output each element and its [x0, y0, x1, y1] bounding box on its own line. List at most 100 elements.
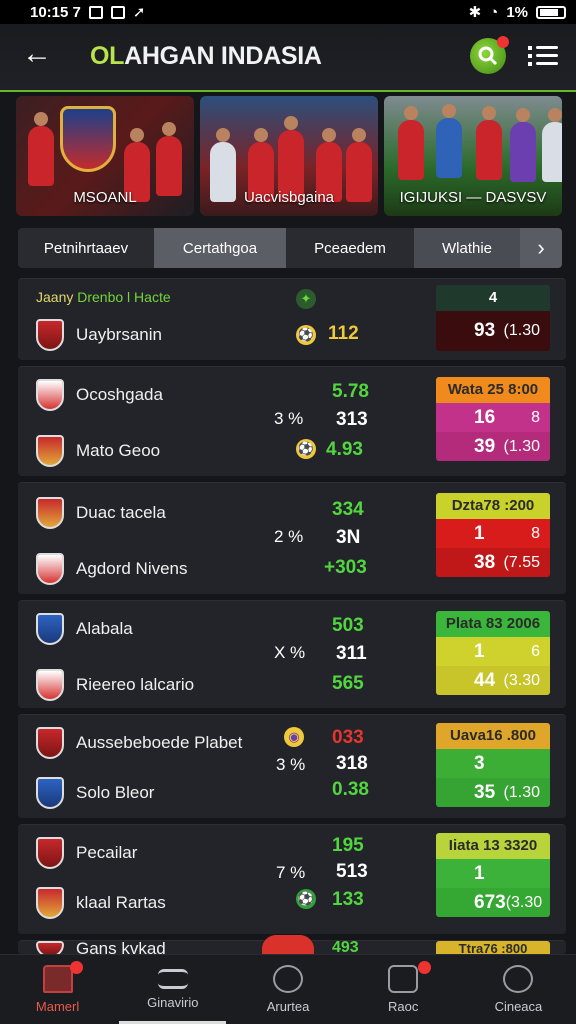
menu-button[interactable] [528, 42, 558, 68]
list-icon [157, 969, 188, 989]
back-arrow-icon[interactable]: ← [22, 38, 56, 72]
match-card[interactable]: Alabala Rieereo lalcario X % 503 311 565… [18, 600, 566, 708]
team-name: Agdord Nivens [76, 559, 188, 578]
nav-label: Cineaca [494, 999, 543, 1014]
notification-icon [88, 5, 103, 19]
team-name: Aussebeboede Plabet [76, 733, 243, 752]
team-row: Agdord Nivens [36, 553, 188, 585]
match-minute: 7 % [276, 863, 306, 882]
search-button[interactable] [470, 36, 509, 74]
team-row: Rieereo lalcario [36, 669, 194, 701]
banner-card[interactable]: IGIJUKSI — DASVSV [384, 96, 562, 216]
team-row: klaal Rartas [36, 887, 166, 919]
team-row: Alabala [36, 613, 133, 645]
team-name: Ocoshgada [76, 385, 163, 404]
notification-badge [417, 961, 431, 974]
status-left: 10:15 7 ➚ [30, 3, 145, 22]
odds-decimal: (7.55 [503, 553, 540, 571]
tab-item[interactable]: Pceaedem [286, 228, 414, 268]
status-bar: 10:15 7 ➚ ✱ ◔ 1% [0, 0, 576, 24]
tab-item-active[interactable]: Certathgoa [154, 228, 286, 268]
goal-icon: ⚽ [296, 325, 316, 345]
status-time: 10:15 7 [30, 3, 81, 21]
match-card[interactable]: Aussebeboede Plabet Solo Bleor ◉ 3 % 033… [18, 714, 566, 818]
odds-box[interactable]: Iiata 13 3320 1 673 (3.30 [436, 833, 550, 917]
tab-item[interactable]: Petnihrtaaev [18, 228, 154, 268]
team-row: Ocoshgada [36, 379, 163, 411]
odds-line: 1 6 [436, 637, 550, 666]
score-value: 4.93 [326, 439, 363, 460]
odds-decimal: (1.30 [503, 437, 540, 455]
nav-item-news[interactable]: Arurtea [230, 955, 345, 1024]
battery-text: 1% [506, 3, 528, 21]
odds-box[interactable]: 4 93 (1.30 [436, 285, 550, 351]
odds-header: Wata 25 8:00 [436, 377, 550, 403]
match-card[interactable]: Duac tacela Agdord Nivens 2 % 334 3N +30… [18, 482, 566, 594]
score-value: 313 [336, 409, 368, 430]
banner-label: Uacvisbgaina [243, 189, 335, 206]
tab-item[interactable]: Wlathie [414, 228, 520, 268]
odds-line: 39 (1.30 [436, 432, 550, 461]
match-minute: 2 % [274, 527, 304, 546]
banner-card[interactable]: Uacvisbgaina [200, 96, 378, 216]
odds-line: 44 (3.30 [436, 666, 550, 695]
player-image [542, 108, 562, 182]
team-name: Rieereo lalcario [76, 675, 195, 694]
team-row: Mato Geoo [36, 435, 160, 467]
score-value: 513 [336, 861, 368, 882]
team-name: Mato Geoo [76, 441, 161, 460]
live-icon: ✦ [296, 289, 316, 309]
nav-item-camera[interactable]: Raoc [346, 955, 461, 1024]
odds-box[interactable]: Plata 83 2006 1 6 44 (3.30 [436, 611, 550, 695]
match-card[interactable]: Ocoshgada Mato Geoo 3 % 5.78 313 ⚽ 4.93 … [18, 366, 566, 476]
goal-icon: ⚽ [296, 439, 316, 459]
odds-value: 16 [474, 406, 496, 428]
score-value: 133 [332, 889, 364, 910]
match-minute: 3 % [276, 755, 306, 774]
menu-line-icon [536, 54, 558, 57]
app-title-rest: AHGAN INDASIA [124, 42, 322, 70]
odds-line: 93 (1.30 [436, 311, 550, 351]
odds-decimal: (1.30 [503, 783, 540, 801]
odds-line: 1 [436, 859, 550, 888]
odds-box[interactable]: Wata 25 8:00 16 8 39 (1.30 [436, 377, 550, 461]
team-crest-icon [36, 837, 64, 869]
odds-value: 44 [474, 669, 496, 691]
banner-label: IGIJUKSI — DASVSV [399, 189, 547, 206]
nav-item-list[interactable]: Ginavirio [115, 955, 230, 1024]
nav-item-profile[interactable]: Cineaca [461, 955, 576, 1024]
banner-card[interactable]: MSOANL [16, 96, 194, 216]
player-image [28, 112, 54, 186]
menu-line-icon [536, 62, 558, 65]
score-value: 112 [328, 323, 359, 344]
match-minute: X % [274, 643, 306, 662]
chevron-right-icon[interactable]: › [520, 228, 562, 268]
team-name: klaal Rartas [76, 893, 166, 912]
team-crest-icon [36, 435, 64, 467]
nav-label: Raoc [388, 999, 419, 1014]
odds-value: 1 [474, 640, 485, 662]
facebook-icon [273, 965, 303, 993]
score-value: 503 [332, 615, 364, 636]
team-row: Solo Bleor [36, 777, 154, 809]
odds-decimal: (3.30 [503, 671, 540, 689]
match-card[interactable]: Gans kvkad 493 Ttra76 :800 [18, 935, 566, 959]
odds-header: Iiata 13 3320 [436, 833, 550, 859]
team-crest-icon [36, 319, 64, 351]
team-row: Uaybrsanin [36, 319, 162, 351]
nav-item-home[interactable]: Mamerl [0, 955, 115, 1024]
odds-box[interactable]: Uava16 .800 3 35 (1.30 [436, 723, 550, 807]
team-row: Duac tacela [36, 497, 166, 529]
match-card[interactable]: Pecailar klaal Rartas 7 % 195 513 ⚽ 133 … [18, 824, 566, 934]
match-card[interactable]: Jaany Drenbo l Hacte ✦ Uaybrsanin ⚽ 112 … [18, 278, 566, 360]
team-name: Pecailar [76, 843, 138, 862]
bluetooth-icon: ✱ [468, 4, 482, 21]
odds-value: 1 [474, 862, 485, 884]
odds-decimal: 8 [531, 408, 540, 426]
player-image [476, 106, 502, 180]
menu-line-icon [536, 46, 558, 49]
odds-box[interactable]: Dzta78 :200 1 8 38 (7.55 [436, 493, 550, 577]
odds-value: 35 [474, 781, 496, 803]
battery-icon [536, 5, 566, 19]
league-name: Jaany [36, 289, 74, 305]
